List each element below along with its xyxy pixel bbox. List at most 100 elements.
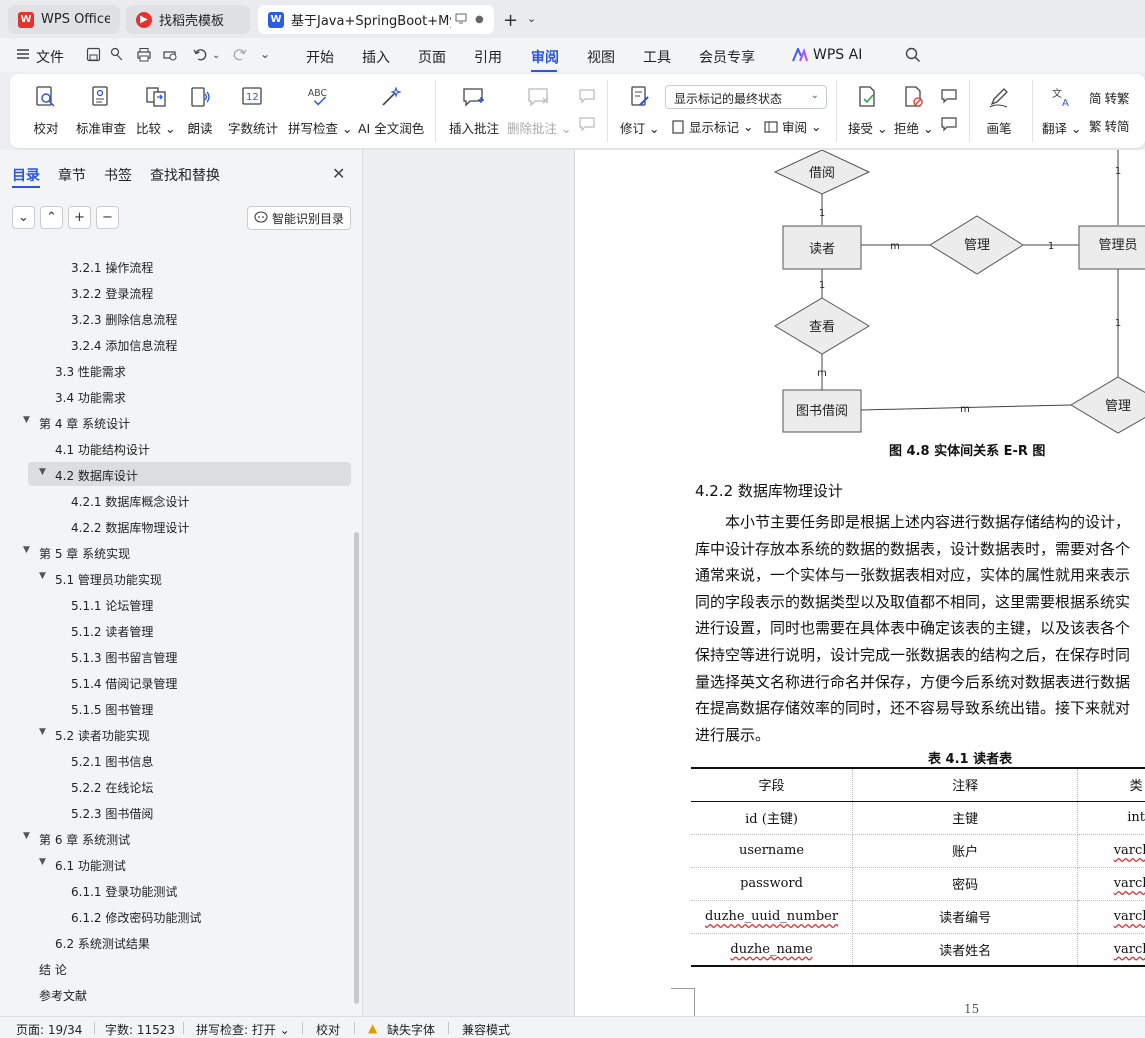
toc-item[interactable]: ▼ 5.2 读者功能实现 — [39, 727, 150, 744]
add-heading-button[interactable]: + — [68, 206, 91, 229]
compare-button[interactable]: 比较 ⌄ — [136, 84, 175, 137]
toc-item[interactable]: 5.1.5 图书管理 — [71, 701, 153, 718]
toc-item[interactable]: 5.2.2 在线论坛 — [71, 779, 153, 796]
expand-triangle-icon[interactable]: ▼ — [23, 545, 30, 555]
tab-docer-templates[interactable]: ▶ 找稻壳模板 — [126, 5, 250, 34]
expand-triangle-icon[interactable]: ▼ — [39, 467, 46, 477]
previous-change-icon[interactable] — [940, 88, 962, 104]
menu-review[interactable]: 审阅 — [531, 47, 559, 67]
word-count-button[interactable]: 12 字数统计 — [228, 84, 278, 137]
menu-insert[interactable]: 插入 — [362, 47, 390, 67]
nav-tab-sections[interactable]: 章节 — [58, 165, 86, 185]
reject-button[interactable]: 拒绝 ⌄ — [894, 84, 933, 137]
word-count-indicator[interactable]: 字数: 11523 — [105, 1021, 175, 1038]
to-traditional-button[interactable]: 简 转繁 — [1089, 88, 1130, 107]
spell-check-indicator[interactable]: 拼写检查: 打开 ⌄ — [196, 1021, 290, 1038]
expand-up-button[interactable]: ⌃ — [40, 206, 63, 229]
markup-display-select[interactable]: 显示标记的最终状态 ⌄ — [665, 85, 827, 109]
read-aloud-button[interactable]: 朗读 — [187, 84, 213, 137]
toc-item[interactable]: 参考文献 — [39, 987, 87, 1004]
unsaved-dot-icon[interactable]: ● — [475, 14, 484, 25]
new-tab-plus-icon[interactable]: + — [503, 10, 518, 31]
quick-access-more-icon[interactable]: ⌄ — [260, 47, 276, 63]
close-icon[interactable]: ✕ — [332, 164, 345, 183]
toc-item[interactable]: ▼ 第 4 章 系统设计 — [23, 415, 130, 432]
show-markup-button[interactable]: 显示标记 ⌄ — [671, 117, 753, 136]
document-page[interactable]: 借阅 读者 管理 管理员 查看 图书借阅 管理 1 1 m 1 1 m 1 m … — [574, 150, 1145, 1016]
tab-document[interactable]: W 基于Java+SpringBoot+MyS ● — [258, 5, 494, 34]
next-comment-icon[interactable] — [578, 116, 600, 132]
missing-font-indicator[interactable]: 缺失字体 — [387, 1021, 435, 1038]
to-simplified-button[interactable]: 繁 转简 — [1089, 116, 1130, 135]
toc-item[interactable]: ▼ 4.2 数据库设计 — [39, 467, 138, 484]
proofread-indicator[interactable]: 校对 — [316, 1021, 340, 1038]
expand-triangle-icon[interactable]: ▼ — [39, 571, 46, 581]
toc-item[interactable]: 3.4 功能需求 — [55, 389, 126, 406]
proofread-button[interactable]: 校对 — [33, 84, 59, 137]
toc-item[interactable]: 5.1.2 读者管理 — [71, 623, 153, 640]
toc-item[interactable]: 6.1.2 修改密码功能测试 — [71, 909, 201, 926]
toc-item[interactable]: 3.2.1 操作流程 — [71, 259, 153, 276]
track-changes-button[interactable]: 修订 ⌄ — [620, 84, 659, 137]
file-menu[interactable]: 文件 — [36, 47, 64, 67]
print-preview-icon[interactable] — [162, 47, 178, 63]
toc-item[interactable]: 4.2.1 数据库概念设计 — [71, 493, 189, 510]
toc-item[interactable]: 3.2.2 登录流程 — [71, 285, 153, 302]
undo-icon[interactable] — [192, 47, 208, 63]
menu-wps-ai[interactable]: WPS AI — [813, 47, 862, 63]
nav-tab-bookmarks[interactable]: 书签 — [104, 165, 132, 185]
pen-button[interactable]: 画笔 — [986, 84, 1012, 137]
menu-view[interactable]: 视图 — [587, 47, 615, 67]
spell-check-button[interactable]: ABC 拼写检查 ⌄ — [288, 84, 352, 137]
toc-item[interactable]: 6.2 系统测试结果 — [55, 935, 150, 952]
toc-item[interactable]: 3.2.4 添加信息流程 — [71, 337, 177, 354]
translate-button[interactable]: 文A 翻译 ⌄ — [1042, 84, 1081, 137]
previous-comment-icon[interactable] — [578, 88, 600, 104]
toc-item[interactable]: 5.1.4 借阅记录管理 — [71, 675, 177, 692]
compat-mode-indicator[interactable]: 兼容模式 — [462, 1021, 510, 1038]
toc-item[interactable]: 3.2.3 删除信息流程 — [71, 311, 177, 328]
remove-heading-button[interactable]: − — [96, 206, 119, 229]
menu-references[interactable]: 引用 — [474, 47, 502, 67]
toc-item[interactable]: 4.2.2 数据库物理设计 — [71, 519, 189, 536]
toc-item[interactable]: 5.2.1 图书信息 — [71, 753, 153, 770]
redo-icon[interactable] — [232, 47, 248, 63]
toc-item[interactable]: 5.1.1 论坛管理 — [71, 597, 153, 614]
tab-list-chevron-icon[interactable]: ⌄ — [527, 12, 536, 25]
expand-triangle-icon[interactable]: ▼ — [39, 727, 46, 737]
toc-item[interactable]: 4.1 功能结构设计 — [55, 441, 150, 458]
standard-review-button[interactable]: 标准审查 — [76, 84, 126, 137]
menu-tools[interactable]: 工具 — [643, 47, 671, 67]
collapse-all-button[interactable]: ⌄ — [12, 206, 35, 229]
accept-button[interactable]: 接受 ⌄ — [848, 84, 887, 137]
search-icon[interactable] — [905, 47, 921, 63]
toc-item[interactable]: 5.1.3 图书留言管理 — [71, 649, 177, 666]
hamburger-menu-icon[interactable] — [16, 47, 32, 63]
nav-tab-toc[interactable]: 目录 — [12, 165, 40, 185]
toc-item[interactable]: 5.2.3 图书借阅 — [71, 805, 153, 822]
review-pane-button[interactable]: 审阅 ⌄ — [764, 117, 821, 136]
ai-polish-button[interactable]: AI 全文润色 — [358, 84, 424, 137]
toc-item[interactable]: ▼ 5.1 管理员功能实现 — [39, 571, 162, 588]
smart-toc-button[interactable]: 智能识别目录 — [247, 206, 351, 230]
next-change-icon[interactable] — [940, 116, 962, 132]
menu-home[interactable]: 开始 — [306, 47, 334, 67]
toc-item[interactable]: 3.3 性能需求 — [55, 363, 126, 380]
insert-comment-button[interactable]: 插入批注 — [449, 84, 499, 137]
toc-item[interactable]: ▼ 第 5 章 系统实现 — [23, 545, 130, 562]
print-icon[interactable] — [136, 47, 152, 63]
nav-scrollbar[interactable] — [354, 532, 359, 1004]
delete-comment-button[interactable]: 删除批注 ⌄ — [507, 84, 571, 137]
menu-page[interactable]: 页面 — [418, 47, 446, 67]
expand-triangle-icon[interactable]: ▼ — [23, 831, 30, 841]
toc-item[interactable]: 6.1.1 登录功能测试 — [71, 883, 177, 900]
undo-dropdown-icon[interactable]: ⌄ — [212, 50, 228, 66]
menu-membership[interactable]: 会员专享 — [699, 47, 755, 67]
toc-item[interactable]: ▼ 第 6 章 系统测试 — [23, 831, 130, 848]
nav-tab-find-replace[interactable]: 查找和替换 — [150, 165, 220, 185]
page-indicator[interactable]: 页面: 19/34 — [16, 1021, 82, 1038]
export-pdf-icon[interactable] — [110, 47, 126, 63]
expand-triangle-icon[interactable]: ▼ — [39, 857, 46, 867]
expand-triangle-icon[interactable]: ▼ — [23, 415, 30, 425]
toc-item[interactable]: 结 论 — [39, 961, 67, 978]
